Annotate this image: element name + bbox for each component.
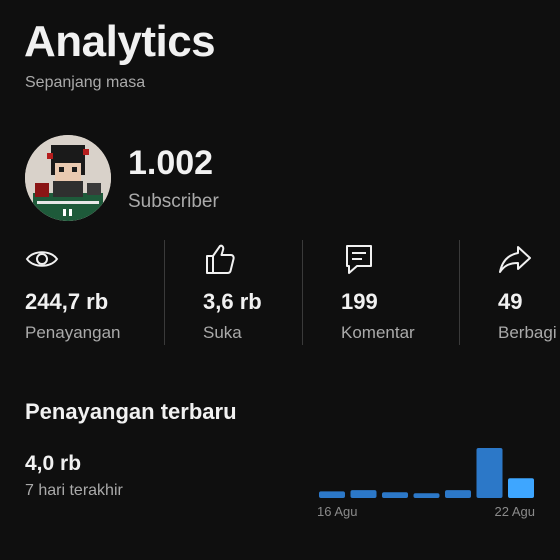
subscriber-label: Subscriber xyxy=(128,191,219,212)
recent-views-period: 7 hari terakhir xyxy=(25,482,123,499)
x-tick-label: 22 Agu xyxy=(495,504,536,519)
stat-label: Penayangan xyxy=(25,323,121,342)
stat-label: Suka xyxy=(203,323,242,342)
page-title: Analytics xyxy=(24,17,216,66)
chart-bar xyxy=(382,492,408,498)
avatar[interactable] xyxy=(25,135,111,221)
stat-value: 49 xyxy=(498,289,523,314)
chart-bar xyxy=(508,478,534,498)
chart-bar xyxy=(319,491,345,498)
stat-value: 3,6 rb xyxy=(203,289,262,314)
divider xyxy=(302,240,303,345)
stat-label: Berbagi xyxy=(498,323,557,342)
chart-bar xyxy=(476,448,503,498)
stat-label: Komentar xyxy=(341,323,415,342)
share-icon xyxy=(499,246,531,273)
avatar-image xyxy=(25,135,111,221)
recent-views-value: 4,0 rb xyxy=(25,452,82,475)
chart-bar xyxy=(445,490,471,498)
chart-bar xyxy=(350,490,377,498)
period-label[interactable]: Sepanjang masa xyxy=(25,74,145,92)
eye-icon xyxy=(25,251,59,267)
x-tick-label: 16 Agu xyxy=(317,504,358,519)
recent-views-chart[interactable]: 16 Agu 22 Agu xyxy=(315,440,538,525)
stat-value: 244,7 rb xyxy=(25,289,109,314)
chart-bar xyxy=(413,493,440,498)
section-title: Penayangan terbaru xyxy=(25,399,237,424)
divider xyxy=(459,240,460,345)
divider xyxy=(164,240,165,345)
subscriber-count: 1.002 xyxy=(128,144,214,182)
stat-value: 199 xyxy=(341,289,378,314)
comment-icon xyxy=(346,245,372,274)
thumbs-up-icon xyxy=(206,244,235,274)
